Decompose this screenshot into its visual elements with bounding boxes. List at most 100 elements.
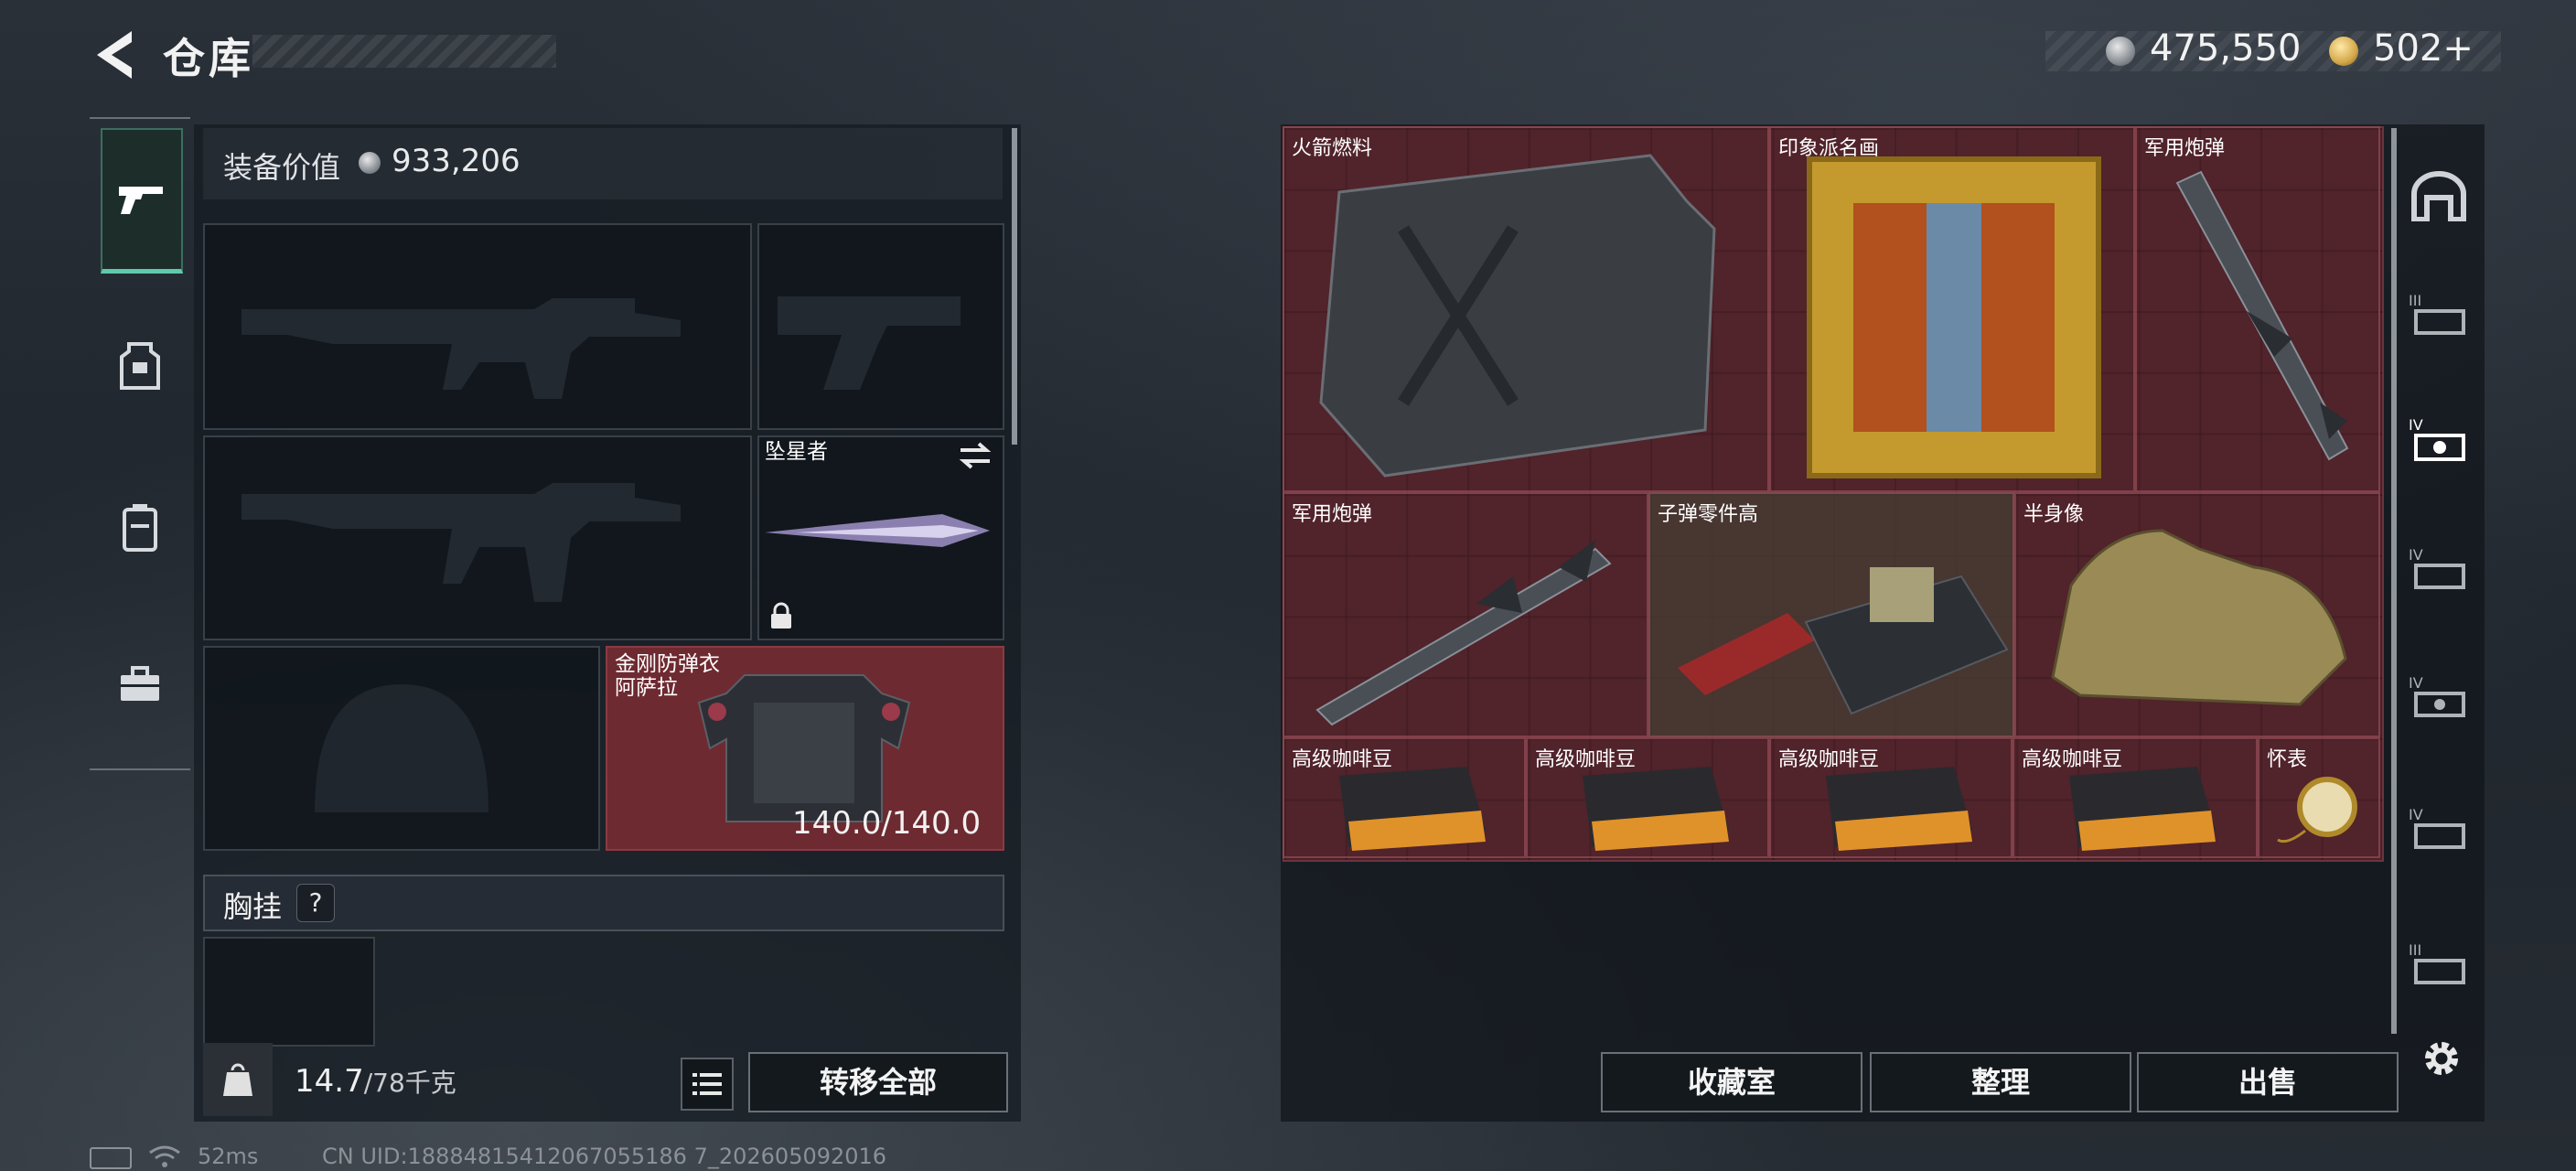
helmet-silhouette-icon — [315, 684, 488, 812]
armor-icon — [120, 342, 160, 390]
item-name: 军用炮弹 — [2144, 137, 2226, 160]
item-military-shell[interactable]: 军用炮弹 — [1283, 492, 1648, 737]
tier-label: III — [2409, 292, 2421, 309]
pistol-slot[interactable] — [757, 223, 1004, 430]
storage-tab-tier-3[interactable]: III — [2408, 284, 2470, 346]
item-pocket-watch[interactable]: 怀表 — [2258, 737, 2380, 858]
melee-name: 坠星者 — [765, 440, 828, 464]
gold-plus-button[interactable]: + — [2442, 27, 2474, 70]
equipment-value-amount: 933,206 — [392, 143, 521, 179]
helmet-slot[interactable] — [203, 646, 600, 851]
silver-coin-icon — [2106, 37, 2135, 66]
backpack-icon — [123, 504, 157, 552]
primary-weapon-slot-2[interactable] — [203, 435, 752, 640]
title-decoration — [252, 35, 556, 68]
item-premium-coffee-beans[interactable]: 高级咖啡豆 — [1769, 737, 2012, 858]
primary-weapon-slot-1[interactable] — [203, 223, 752, 430]
weight-capacity: /78千克 — [363, 1068, 456, 1098]
equipment-value-label: 装备价值 — [223, 150, 341, 185]
item-name: 半身像 — [2023, 503, 2085, 526]
tier-label: III — [2409, 941, 2421, 959]
wifi-icon — [149, 1145, 180, 1167]
nav-backpack-tab[interactable] — [101, 454, 179, 600]
lock-icon — [771, 602, 791, 628]
tier-4-storage-icon: IV — [2409, 674, 2465, 717]
storage-tab-tier-4[interactable]: IV — [2408, 666, 2470, 728]
armor-origin: 阿萨拉 — [615, 676, 678, 700]
sell-button[interactable]: 出售 — [2137, 1052, 2399, 1112]
storage-tab-tier-3[interactable]: III — [2408, 933, 2470, 995]
silver-coin-icon — [359, 152, 381, 174]
battery-icon — [90, 1147, 132, 1169]
carry-weight: 14.7/78千克 — [295, 1063, 456, 1100]
back-button[interactable] — [88, 27, 139, 82]
jerry-can-image — [1319, 154, 1716, 478]
settings-button[interactable] — [2410, 1026, 2474, 1090]
nav-weapons-tab[interactable] — [101, 128, 183, 274]
chest-rig-slot[interactable] — [203, 937, 375, 1047]
item-name: 高级咖啡豆 — [2022, 748, 2123, 771]
safehouse-icon — [2411, 171, 2466, 221]
tidy-button[interactable]: 整理 — [1870, 1052, 2131, 1112]
storage-tab-tier-4-active[interactable]: IV — [2408, 410, 2470, 472]
storage-tab-tier-4[interactable]: IV — [2408, 538, 2470, 600]
rifle-silhouette-icon — [242, 483, 681, 602]
briefcase-icon — [121, 666, 159, 701]
tier-3-storage-icon: III — [2409, 292, 2465, 335]
bullet-parts-image — [1678, 567, 2009, 715]
gear-icon — [2425, 1042, 2458, 1075]
item-name: 军用炮弹 — [1292, 503, 1373, 526]
nav-case-tab[interactable] — [101, 611, 179, 757]
missile-image — [1315, 540, 1612, 726]
gold-amount[interactable]: 502+ — [2373, 27, 2474, 70]
weight-icon — [223, 1063, 252, 1096]
storage-tab-safehouse[interactable] — [2408, 165, 2470, 227]
bust-image — [2051, 529, 2347, 706]
item-name: 高级咖啡豆 — [1535, 748, 1637, 771]
uid-text: CN UID:18884815412067055186 7_2026050920… — [322, 1144, 887, 1169]
item-bullet-parts[interactable]: 子弹零件高 — [1648, 492, 2014, 737]
rifle-silhouette-icon — [242, 298, 681, 399]
tier-label: IV — [2409, 674, 2423, 692]
nav-divider — [90, 117, 190, 119]
transfer-all-button[interactable]: 转移全部 — [748, 1052, 1008, 1112]
gold-amount-value: 502 — [2373, 27, 2443, 70]
nav-divider — [90, 768, 190, 770]
item-name: 印象派名画 — [1778, 137, 1880, 160]
item-name: 怀表 — [2267, 748, 2308, 771]
list-view-button[interactable] — [681, 1058, 734, 1111]
item-name: 火箭燃料 — [1292, 137, 1373, 160]
tier-label: IV — [2409, 806, 2423, 823]
item-impressionist-painting[interactable]: 印象派名画 — [1769, 126, 2135, 492]
item-premium-coffee-beans[interactable]: 高级咖啡豆 — [1526, 737, 1769, 858]
armor-durability: 140.0/140.0 — [792, 805, 982, 842]
nav-armor-tab[interactable] — [101, 293, 179, 439]
item-military-shell[interactable]: 军用炮弹 — [2135, 126, 2380, 492]
item-name: 子弹零件高 — [1658, 503, 1759, 526]
painting-image — [1807, 156, 2101, 478]
item-premium-coffee-beans[interactable]: 高级咖啡豆 — [1283, 737, 1526, 858]
chest-rig-label: 胸挂 — [223, 889, 283, 924]
gold-coin-icon — [2329, 37, 2358, 66]
swap-icon[interactable] — [959, 441, 992, 470]
collection-room-button[interactable]: 收藏室 — [1601, 1052, 1862, 1112]
page-title: 仓库 — [163, 34, 254, 83]
tier-label: IV — [2409, 416, 2423, 434]
loadout-scrollbar[interactable] — [1012, 128, 1017, 445]
missile-image — [2175, 170, 2349, 461]
storage-scrollbar[interactable] — [2391, 128, 2397, 1034]
item-name: 高级咖啡豆 — [1292, 748, 1393, 771]
help-button[interactable]: ? — [296, 884, 335, 922]
item-rocket-fuel[interactable]: 火箭燃料 — [1283, 126, 1769, 492]
tier-4-storage-icon: IV — [2409, 546, 2465, 589]
storage-tab-tier-4[interactable]: IV — [2408, 798, 2470, 860]
item-bust[interactable]: 半身像 — [2014, 492, 2380, 737]
silver-amount: 475,550 — [2150, 27, 2302, 70]
tier-label: IV — [2409, 546, 2423, 564]
tier-4-storage-icon: IV — [2409, 416, 2465, 461]
weight-current: 14.7 — [295, 1063, 364, 1100]
tier-3-storage-icon: III — [2409, 941, 2465, 984]
weight-indicator — [203, 1043, 273, 1116]
ping-text: 52ms — [198, 1144, 259, 1169]
item-premium-coffee-beans[interactable]: 高级咖啡豆 — [2012, 737, 2258, 858]
